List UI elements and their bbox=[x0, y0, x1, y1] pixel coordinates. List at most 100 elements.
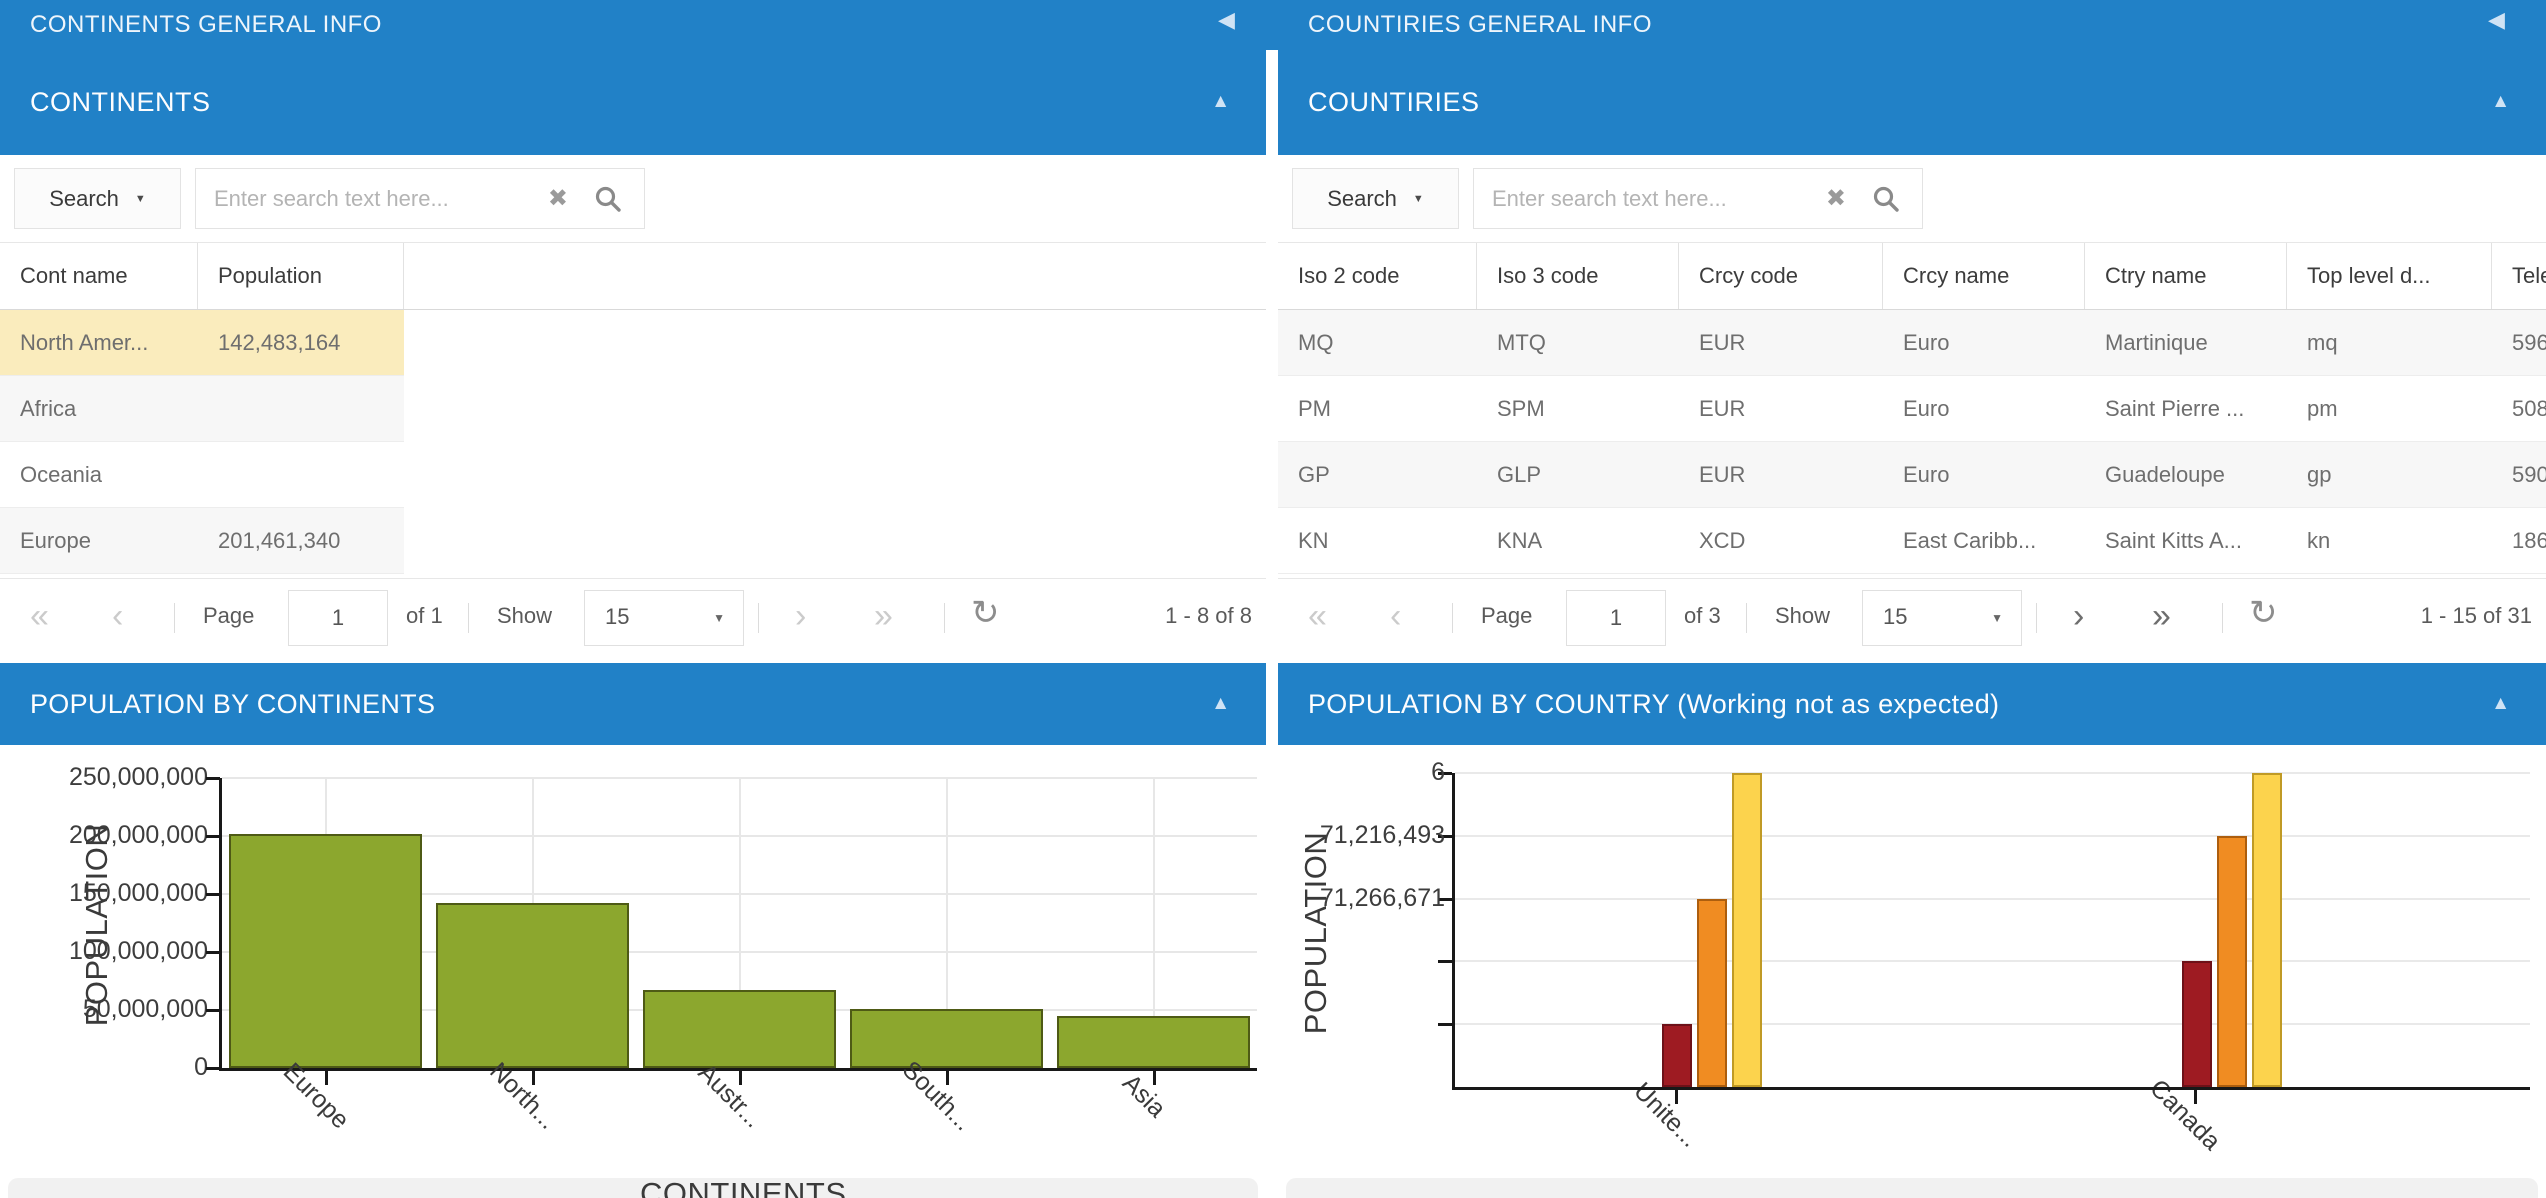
collapse-up-icon[interactable]: ▲ bbox=[2491, 693, 2510, 715]
table-cell: East Caribb... bbox=[1883, 508, 2085, 573]
table-row[interactable]: KNKNAXCDEast Caribb...Saint Kitts A...kn… bbox=[1278, 508, 2546, 574]
clear-search-icon[interactable]: ✖ bbox=[548, 184, 568, 213]
table-cell: mq bbox=[2287, 310, 2492, 375]
page-size-select[interactable]: 15 ▼ bbox=[584, 590, 744, 646]
bar-Unite...-series-3[interactable] bbox=[1732, 773, 1762, 1087]
y-axis-title: POPULATION bbox=[1298, 773, 1334, 1093]
collapse-left-icon[interactable]: ◀ bbox=[2488, 7, 2505, 33]
table-row[interactable]: Europe201,461,340 bbox=[0, 508, 1266, 574]
collapse-up-icon[interactable]: ▲ bbox=[2491, 91, 2510, 113]
continents-table-header: Cont namePopulation bbox=[0, 242, 1266, 310]
table-row[interactable]: Africa bbox=[0, 376, 1266, 442]
bar-Canada-series-1[interactable] bbox=[2182, 961, 2212, 1087]
bar-Unite...-series-2[interactable] bbox=[1697, 899, 1727, 1087]
divider bbox=[758, 603, 759, 633]
y-tick bbox=[1438, 960, 1452, 963]
clear-search-icon[interactable]: ✖ bbox=[1826, 184, 1846, 213]
table-cell: gp bbox=[2287, 442, 2492, 507]
table-row-cells: Africa bbox=[0, 376, 404, 442]
table-cell: pm bbox=[2287, 376, 2492, 441]
refresh-icon[interactable]: ↻ bbox=[2249, 593, 2278, 633]
bar-Austr...[interactable] bbox=[643, 990, 836, 1068]
table-row-cells: KNKNAXCDEast Caribb...Saint Kitts A...kn… bbox=[1278, 508, 2546, 574]
first-page-button[interactable]: « bbox=[30, 596, 49, 636]
column-header[interactable]: Crcy name bbox=[1883, 243, 2085, 309]
table-row[interactable]: Oceania bbox=[0, 442, 1266, 508]
section-title: COUNTIRIES bbox=[1308, 50, 1480, 155]
x-axis bbox=[1452, 1087, 2530, 1090]
countries-search-toolbar: Search ▼ ✖ bbox=[1278, 155, 2546, 242]
column-header[interactable]: Iso 3 code bbox=[1477, 243, 1679, 309]
table-cell: XCD bbox=[1679, 508, 1883, 573]
table-cell: 508 bbox=[2492, 376, 2546, 441]
next-page-button[interactable]: › bbox=[2073, 596, 2084, 636]
bar-South...[interactable] bbox=[850, 1009, 1043, 1068]
column-header[interactable]: Tele... bbox=[2492, 243, 2546, 309]
column-header[interactable]: Top level d... bbox=[2287, 243, 2492, 309]
last-page-button[interactable]: » bbox=[874, 596, 893, 636]
column-header[interactable]: Crcy code bbox=[1679, 243, 1883, 309]
search-input[interactable] bbox=[1474, 169, 1804, 228]
table-cell: EUR bbox=[1679, 310, 1883, 375]
bar-Unite...-series-1[interactable] bbox=[1662, 1024, 1692, 1087]
x-tick bbox=[2194, 1090, 2197, 1104]
bar-Asia[interactable] bbox=[1057, 1016, 1250, 1068]
page-number-input[interactable] bbox=[1566, 590, 1666, 646]
x-tick bbox=[739, 1071, 742, 1085]
continents-search-toolbar: Search ▼ ✖ bbox=[0, 155, 1266, 242]
search-input[interactable] bbox=[196, 169, 526, 228]
y-tick bbox=[206, 777, 220, 780]
bar-Europe[interactable] bbox=[229, 834, 422, 1068]
search-dropdown-button[interactable]: Search ▼ bbox=[14, 168, 181, 229]
countries-table-header: Iso 2 codeIso 3 codeCrcy codeCrcy nameCt… bbox=[1278, 242, 2546, 310]
page-size-select[interactable]: 15 ▼ bbox=[1862, 590, 2022, 646]
search-field-wrap: ✖ bbox=[195, 168, 645, 229]
table-cell: EUR bbox=[1679, 442, 1883, 507]
table-row[interactable]: MQMTQEUREuroMartiniquemq596 bbox=[1278, 310, 2546, 376]
last-page-button[interactable]: » bbox=[2152, 596, 2171, 636]
column-header[interactable]: Ctry name bbox=[2085, 243, 2287, 309]
table-cell: kn bbox=[2287, 508, 2492, 573]
x-tick bbox=[946, 1071, 949, 1085]
dashboard: CONTINENTS GENERAL INFO COUNTIRIES GENER… bbox=[0, 0, 2546, 1198]
table-cell: Saint Kitts A... bbox=[2085, 508, 2287, 573]
divider bbox=[944, 603, 945, 633]
x-tick-label: Asia bbox=[1116, 1069, 1171, 1124]
search-icon[interactable] bbox=[594, 185, 622, 213]
prev-page-button[interactable]: ‹ bbox=[1390, 596, 1401, 636]
table-row-cells: PMSPMEUREuroSaint Pierre ...pm508 bbox=[1278, 376, 2546, 442]
first-page-button[interactable]: « bbox=[1308, 596, 1327, 636]
search-icon[interactable] bbox=[1872, 185, 1900, 213]
continents-grid-header-bar: CONTINENTS ▲ bbox=[0, 50, 1266, 155]
table-row[interactable]: North Amer...142,483,164 bbox=[0, 310, 1266, 376]
table-row[interactable]: PMSPMEUREuroSaint Pierre ...pm508 bbox=[1278, 376, 2546, 442]
table-cell: EUR bbox=[1679, 376, 1883, 441]
table-row-cells: North Amer...142,483,164 bbox=[0, 310, 404, 376]
table-cell: Saint Pierre ... bbox=[2085, 376, 2287, 441]
column-header[interactable]: Iso 2 code bbox=[1278, 243, 1477, 309]
table-cell: Euro bbox=[1883, 442, 2085, 507]
bar-Canada-series-3[interactable] bbox=[2252, 773, 2282, 1087]
refresh-icon[interactable]: ↻ bbox=[971, 593, 1000, 633]
column-header[interactable]: Cont name bbox=[0, 243, 198, 309]
collapse-up-icon[interactable]: ▲ bbox=[1211, 693, 1230, 715]
table-cell: KNA bbox=[1477, 508, 1679, 573]
column-header[interactable]: Population bbox=[198, 243, 404, 309]
bar-North...[interactable] bbox=[436, 903, 629, 1068]
chevron-down-icon: ▼ bbox=[1991, 611, 2003, 625]
next-page-button[interactable]: › bbox=[795, 596, 806, 636]
collapse-up-icon[interactable]: ▲ bbox=[1211, 91, 1230, 113]
table-cell: MQ bbox=[1278, 310, 1477, 375]
prev-page-button[interactable]: ‹ bbox=[112, 596, 123, 636]
table-row[interactable]: GPGLPEUREuroGuadeloupegp590 bbox=[1278, 442, 2546, 508]
y-tick bbox=[206, 1009, 220, 1012]
table-cell bbox=[198, 376, 404, 441]
collapse-left-icon[interactable]: ◀ bbox=[1218, 7, 1235, 33]
page-size-value: 15 bbox=[605, 604, 629, 630]
table-cell: North Amer... bbox=[0, 310, 198, 375]
pager-range-label: 1 - 15 of 31 bbox=[2421, 603, 2532, 629]
bar-Canada-series-2[interactable] bbox=[2217, 836, 2247, 1087]
search-dropdown-button[interactable]: Search ▼ bbox=[1292, 168, 1459, 229]
continents-panel: CONTINENTS ▲ Search ▼ ✖ Cont namePopulat… bbox=[0, 50, 1266, 1198]
page-number-input[interactable] bbox=[288, 590, 388, 646]
